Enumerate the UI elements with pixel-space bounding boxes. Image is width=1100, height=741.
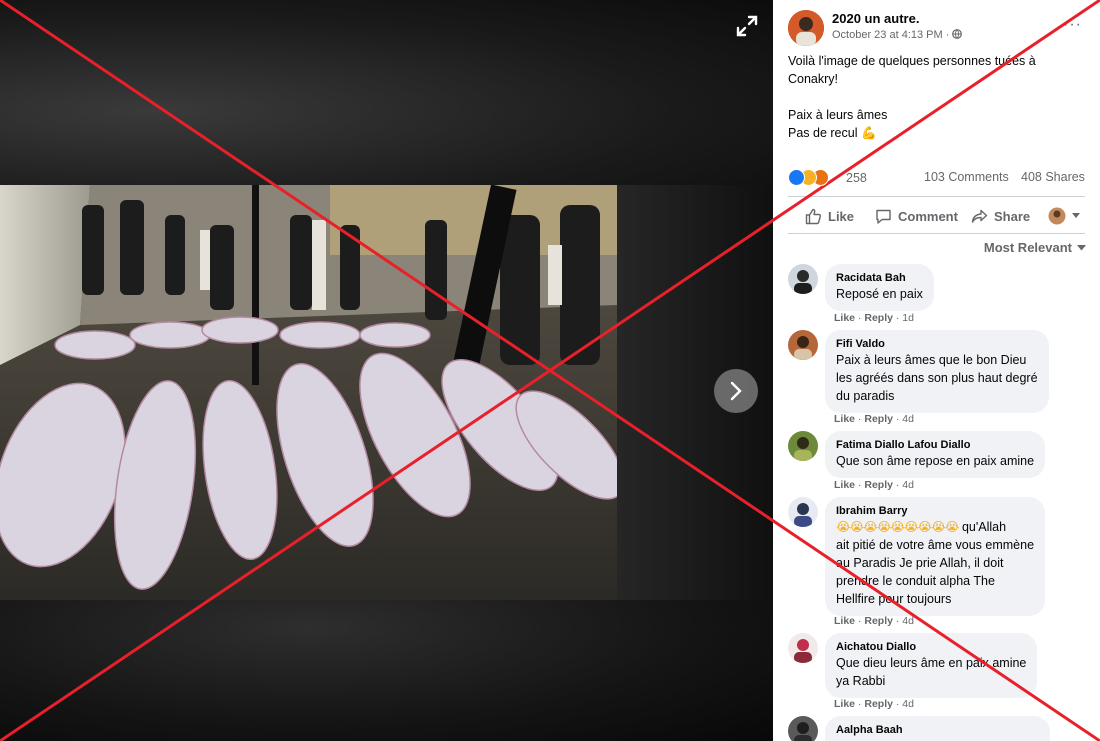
divider (788, 196, 1085, 197)
caret-down-icon (1077, 244, 1086, 250)
flexed-biceps-emoji-icon: 💪 (860, 126, 877, 140)
commenter-name[interactable]: Aalpha Baah (836, 723, 1039, 737)
comment-age[interactable]: 4d (902, 615, 914, 627)
reaction-picker-button[interactable] (1048, 206, 1080, 226)
fullscreen-expand-icon[interactable] (735, 14, 759, 38)
commenter-name[interactable]: Racidata Bah (836, 271, 923, 285)
blurred-background-bottom (0, 600, 773, 741)
blurred-background-top (0, 0, 773, 185)
comment-bubble: Aalpha Baah (825, 716, 1050, 741)
author-avatar[interactable] (788, 10, 824, 46)
photo-viewer (0, 0, 773, 741)
comment-text: Reposé en paix (836, 287, 923, 301)
share-icon (971, 209, 988, 223)
comment-bubble: Aichatou Diallo Que dieu leurs âme en pa… (825, 633, 1038, 698)
comment-icon (876, 209, 891, 224)
profile-reaction-icon (1048, 207, 1066, 225)
comment-age[interactable]: 4d (902, 698, 914, 710)
post-text-line: Conakry! (788, 72, 839, 86)
comment-button[interactable]: Comment (875, 206, 958, 226)
post-text-line: Paix à leurs âmes (788, 108, 888, 122)
author-name[interactable]: 2020 un autre. (832, 11, 919, 26)
comment-text: Que dieu leurs âme en paix amine (836, 656, 1027, 670)
comment-text: prendre le conduit alpha The (836, 574, 995, 588)
commenter-name[interactable]: Aichatou Diallo (836, 640, 1026, 654)
comment-bubble: Fifi Valdo Paix à leurs âmes que le bon … (825, 330, 1049, 413)
comment-meta: Like · Reply · 1d (834, 312, 914, 324)
globe-icon (952, 29, 963, 39)
comment-text-segment: qu'Allah (961, 520, 1007, 534)
comment-text: ait pitié de votre âme vous emmène (836, 538, 1035, 552)
commenter-avatar[interactable] (788, 716, 818, 741)
comment-text: au Paradis Je prie Allah, il doit (836, 556, 1004, 570)
post-body: Voilà l'image de quelques personnes tuée… (788, 52, 1078, 142)
commenter-avatar[interactable] (788, 330, 818, 360)
crying-face-emoji-icon: 😭😭😭😭😭😭😭😭😭 (836, 520, 959, 534)
commenter-avatar[interactable] (788, 633, 818, 663)
comment-like-link[interactable]: Like (834, 312, 855, 324)
comment-age[interactable]: 1d (902, 312, 914, 324)
comment-reply-link[interactable]: Reply (864, 413, 893, 425)
reaction-summary: 258 103 Comments 408 Shares (788, 168, 1088, 188)
commenter-avatar[interactable] (788, 431, 818, 461)
reaction-count[interactable]: 258 (846, 171, 867, 185)
comment-like-link[interactable]: Like (834, 413, 855, 425)
post-actions: Like Comment Share (788, 200, 1088, 232)
post-text-segment: Pas de recul (788, 126, 858, 140)
post-panel: 2020 un autre. October 23 at 4:13 PM · ·… (773, 0, 1100, 741)
like-button[interactable]: Like (805, 206, 854, 226)
comment-text: Que son âme repose en paix amine (836, 454, 1035, 468)
post-photo[interactable] (0, 185, 617, 600)
more-options-icon[interactable]: ··· (1063, 16, 1082, 34)
comment-reply-link[interactable]: Reply (864, 698, 893, 710)
comment-like-link[interactable]: Like (834, 698, 855, 710)
comment-meta: Like · Reply · 4d (834, 698, 914, 710)
commenter-name[interactable]: Ibrahim Barry (836, 504, 1034, 518)
comment-text: du paradis (836, 389, 895, 403)
commenter-avatar[interactable] (788, 264, 818, 294)
comment-like-link[interactable]: Like (834, 615, 855, 627)
post-timestamp[interactable]: October 23 at 4:13 PM · (832, 29, 963, 41)
thumbs-up-icon (805, 208, 822, 224)
comment-meta: Like · Reply · 4d (834, 615, 914, 627)
post-text-line: Pas de recul 💪 (788, 124, 1078, 142)
comment-reply-link[interactable]: Reply (864, 312, 893, 324)
commenter-avatar[interactable] (788, 497, 818, 527)
comment-reply-link[interactable]: Reply (864, 479, 893, 491)
commenter-name[interactable]: Fifi Valdo (836, 337, 1038, 351)
divider (788, 233, 1085, 234)
next-photo-button[interactable] (714, 369, 758, 413)
comment-age[interactable]: 4d (902, 479, 914, 491)
commenter-name[interactable]: Fatima Diallo Lafou Diallo (836, 438, 1034, 452)
comment-text: les agréés dans son plus haut degré (836, 371, 1038, 385)
sort-label: Most Relevant (983, 240, 1072, 255)
comment-text: 😭😭😭😭😭😭😭😭😭 qu'Allah (836, 518, 1034, 536)
comment-meta: Like · Reply · 4d (834, 413, 914, 425)
post-header: 2020 un autre. October 23 at 4:13 PM · ·… (788, 10, 1088, 50)
comment-reply-link[interactable]: Reply (864, 615, 893, 627)
comment-bubble: Racidata Bah Reposé en paix (825, 264, 934, 311)
chevron-right-icon (730, 381, 742, 401)
like-reaction-icon (788, 169, 805, 186)
share-label: Share (994, 208, 1031, 224)
comment-count[interactable]: 103 Comments (924, 170, 1009, 184)
post-text-line: Voilà l'image de quelques personnes tuée… (788, 54, 1036, 68)
comment-bubble: Ibrahim Barry 😭😭😭😭😭😭😭😭😭 qu'Allah ait pit… (825, 497, 1046, 616)
comment-age[interactable]: 4d (902, 413, 914, 425)
comment-text: Hellfire pour toujours (836, 592, 952, 606)
share-count[interactable]: 408 Shares (1021, 170, 1085, 184)
comment-bubble: Fatima Diallo Lafou Diallo Que son âme r… (825, 431, 1046, 478)
share-button[interactable]: Share (971, 206, 1030, 226)
caret-down-icon (1072, 213, 1080, 218)
reaction-icons[interactable] (788, 169, 844, 187)
comment-like-link[interactable]: Like (834, 479, 855, 491)
comment-meta: Like · Reply · 4d (834, 479, 914, 491)
timestamp-text[interactable]: October 23 at 4:13 PM · (832, 29, 952, 41)
comment-text: ya Rabbi (836, 674, 886, 688)
comment-sort-dropdown[interactable]: Most Relevant (984, 240, 1086, 255)
comment-label: Comment (898, 208, 958, 224)
like-label: Like (828, 208, 855, 224)
comment-text: Paix à leurs âmes que le bon Dieu (836, 353, 1027, 367)
